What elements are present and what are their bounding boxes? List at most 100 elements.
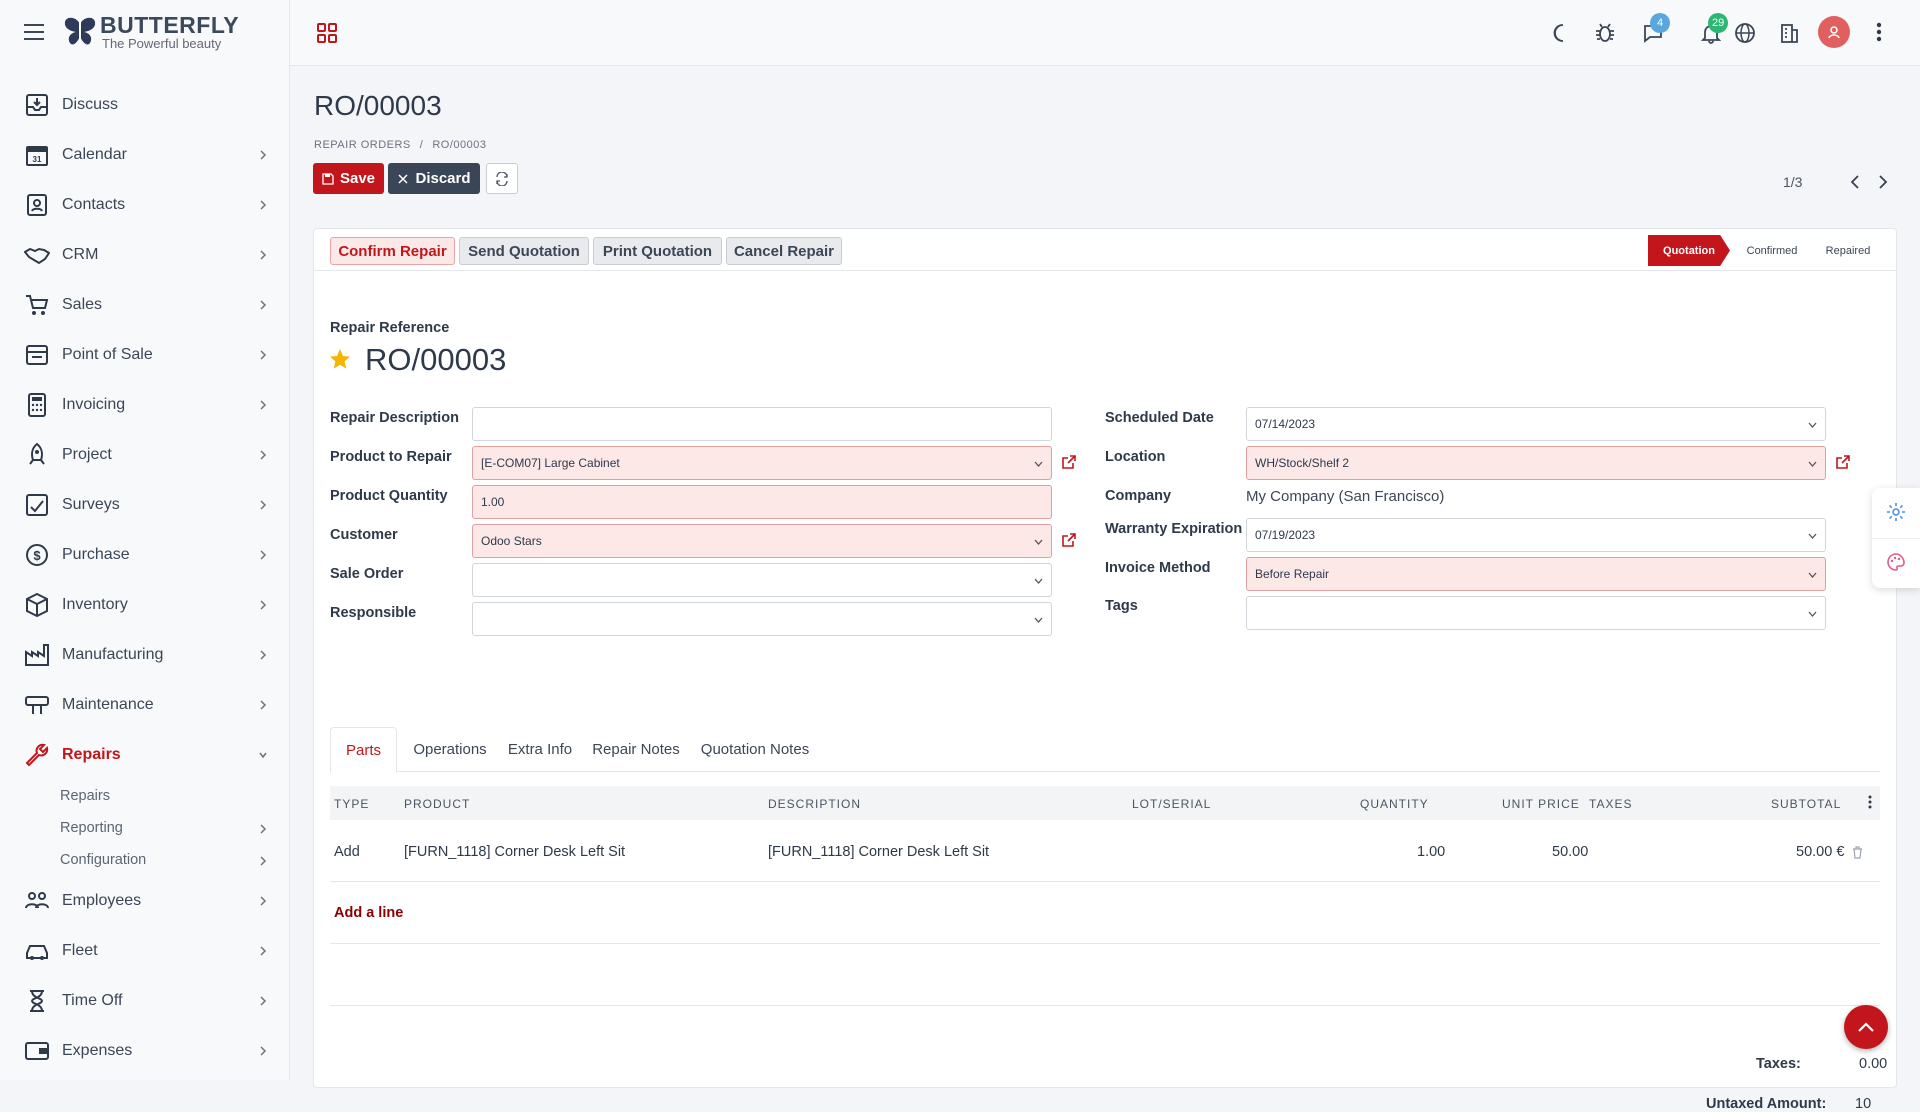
building-icon[interactable] bbox=[1778, 22, 1800, 44]
chevron-down-icon bbox=[1808, 533, 1817, 539]
column-header-unit-price[interactable]: UNIT PRICE bbox=[1502, 797, 1580, 811]
column-header-quantity[interactable]: QUANTITY bbox=[1360, 797, 1429, 811]
bug-icon[interactable] bbox=[1594, 22, 1616, 44]
palette-icon[interactable] bbox=[1886, 552, 1906, 572]
apps-grid-icon[interactable] bbox=[316, 22, 338, 44]
more-vertical-icon[interactable] bbox=[1875, 20, 1883, 44]
sidebar-item-crm[interactable]: CRM bbox=[0, 230, 290, 280]
moon-icon[interactable] bbox=[1549, 22, 1571, 44]
chevron-down-icon bbox=[1808, 422, 1817, 428]
discard-button[interactable]: Discard bbox=[388, 163, 480, 194]
chevron-left-icon[interactable] bbox=[1848, 174, 1862, 190]
sidebar-item-point-of-sale[interactable]: Point of Sale bbox=[0, 330, 290, 380]
column-header-description[interactable]: DESCRIPTION bbox=[768, 797, 861, 811]
tab-extra-info[interactable]: Extra Info bbox=[500, 727, 580, 772]
settings-gear-icon[interactable] bbox=[1886, 502, 1906, 522]
sidebar-item-invoicing[interactable]: Invoicing bbox=[0, 380, 290, 430]
sidebar-item-label: Surveys bbox=[62, 496, 120, 513]
product-quantity-field[interactable]: 1.00 bbox=[472, 485, 1052, 519]
responsible-label: Responsible bbox=[330, 605, 417, 621]
scroll-to-top-button[interactable] bbox=[1844, 1005, 1888, 1049]
brand-logo[interactable]: BUTTERFLY The Powerful beauty bbox=[62, 14, 239, 50]
column-header-product[interactable]: PRODUCT bbox=[404, 797, 470, 811]
stage-quotation[interactable]: Quotation bbox=[1648, 235, 1730, 266]
star-icon[interactable] bbox=[328, 347, 352, 371]
pager-value[interactable]: 1/3 bbox=[1783, 174, 1802, 190]
invoice-method-select[interactable]: Before Repair bbox=[1246, 557, 1826, 591]
sidebar-item-label: CRM bbox=[62, 246, 99, 263]
sidebar-item-inventory[interactable]: Inventory bbox=[0, 580, 290, 630]
butterfly-icon bbox=[64, 17, 96, 45]
invoice-method-label: Invoice Method bbox=[1105, 560, 1211, 576]
submenu-item-reporting[interactable]: Reporting bbox=[0, 812, 290, 844]
sidebar-item-label: Discuss bbox=[62, 96, 119, 113]
repair-description-field[interactable] bbox=[472, 407, 1052, 441]
divider bbox=[330, 1005, 1880, 1006]
sale-order-field[interactable] bbox=[472, 563, 1052, 597]
customer-field[interactable]: Odoo Stars bbox=[472, 524, 1052, 558]
sidebar-item-fleet[interactable]: Fleet bbox=[0, 926, 290, 976]
sidebar-item-time-off[interactable]: Time Off bbox=[0, 976, 290, 1026]
column-header-subtotal[interactable]: SUBTOTAL bbox=[1771, 797, 1841, 811]
location-field[interactable]: WH/Stock/Shelf 2 bbox=[1246, 446, 1826, 480]
discuss-icon bbox=[26, 94, 48, 116]
trash-icon[interactable] bbox=[1852, 846, 1863, 859]
chevron-right-icon[interactable] bbox=[1876, 174, 1890, 190]
column-header-type[interactable]: TYPE bbox=[334, 797, 369, 811]
external-link-icon[interactable] bbox=[1835, 454, 1851, 470]
user-avatar[interactable] bbox=[1818, 16, 1850, 48]
sidebar-item-employees[interactable]: Employees bbox=[0, 876, 290, 926]
sidebar-item-project[interactable]: Project bbox=[0, 430, 290, 480]
scheduled-date-field[interactable]: 07/14/2023 bbox=[1246, 407, 1826, 441]
save-button[interactable]: Save bbox=[313, 163, 384, 194]
tab-repair-notes[interactable]: Repair Notes bbox=[584, 727, 688, 772]
sidebar-item-manufacturing[interactable]: Manufacturing bbox=[0, 630, 290, 680]
sidebar-item-surveys[interactable]: Surveys bbox=[0, 480, 290, 530]
column-header-taxes[interactable]: TAXES bbox=[1589, 797, 1632, 811]
sidebar-item-maintenance[interactable]: Maintenance bbox=[0, 680, 290, 730]
tab-parts[interactable]: Parts bbox=[330, 727, 397, 773]
tags-field[interactable] bbox=[1246, 596, 1826, 630]
cancel-repair-button[interactable]: Cancel Repair bbox=[726, 237, 842, 265]
sidebar-item-contacts[interactable]: Contacts bbox=[0, 180, 290, 230]
tab-operations[interactable]: Operations bbox=[404, 727, 496, 772]
repair-reference-label: Repair Reference bbox=[330, 320, 450, 336]
sidebar-item-calendar[interactable]: 31 Calendar bbox=[0, 130, 290, 180]
send-quotation-button[interactable]: Send Quotation bbox=[459, 237, 589, 265]
sidebar-item-discuss[interactable]: Discuss bbox=[0, 80, 290, 130]
sidebar-item-purchase[interactable]: $ Purchase bbox=[0, 530, 290, 580]
stage-repaired[interactable]: Repaired bbox=[1814, 235, 1882, 266]
chevron-right-icon bbox=[260, 350, 267, 360]
company-value[interactable]: My Company (San Francisco) bbox=[1246, 488, 1444, 505]
notebook-tabs: Parts Operations Extra Info Repair Notes… bbox=[330, 727, 1880, 773]
external-link-icon[interactable] bbox=[1061, 532, 1077, 548]
company-label: Company bbox=[1105, 488, 1172, 504]
notifications-button[interactable]: 29 bbox=[1700, 13, 1729, 44]
wallet-icon bbox=[25, 1042, 49, 1060]
column-options-icon[interactable] bbox=[1868, 795, 1872, 809]
responsible-field[interactable] bbox=[472, 602, 1052, 636]
column-header-lot-serial[interactable]: LOT/SERIAL bbox=[1132, 797, 1211, 811]
refresh-button[interactable] bbox=[486, 163, 518, 194]
table-row[interactable]: Add [FURN_1118] Corner Desk Left Sit [FU… bbox=[330, 820, 1880, 882]
chevron-right-icon bbox=[260, 650, 267, 660]
add-a-line-link[interactable]: Add a line bbox=[334, 905, 403, 921]
external-link-icon[interactable] bbox=[1061, 454, 1077, 470]
breadcrumb-root[interactable]: REPAIR ORDERS bbox=[314, 139, 411, 151]
submenu-item-configuration[interactable]: Configuration bbox=[0, 844, 290, 876]
tab-quotation-notes[interactable]: Quotation Notes bbox=[692, 727, 818, 772]
messages-button[interactable]: 4 bbox=[1642, 13, 1670, 44]
sidebar-item-expenses[interactable]: Expenses bbox=[0, 1026, 290, 1076]
sidebar-item-sales[interactable]: Sales bbox=[0, 280, 290, 330]
product-to-repair-field[interactable]: [E-COM07] Large Cabinet bbox=[472, 446, 1052, 480]
hamburger-menu-icon[interactable] bbox=[22, 22, 48, 42]
confirm-repair-button[interactable]: Confirm Repair bbox=[330, 237, 455, 265]
sidebar-item-repairs[interactable]: Repairs bbox=[0, 730, 290, 780]
cell-type: Add bbox=[334, 844, 360, 860]
submenu-item-repairs[interactable]: Repairs bbox=[0, 780, 290, 812]
globe-icon[interactable] bbox=[1734, 22, 1756, 44]
chevron-right-icon bbox=[260, 250, 267, 260]
warranty-expiration-field[interactable]: 07/19/2023 bbox=[1246, 518, 1826, 552]
print-quotation-button[interactable]: Print Quotation bbox=[593, 237, 722, 265]
stage-confirmed[interactable]: Confirmed bbox=[1734, 235, 1810, 266]
